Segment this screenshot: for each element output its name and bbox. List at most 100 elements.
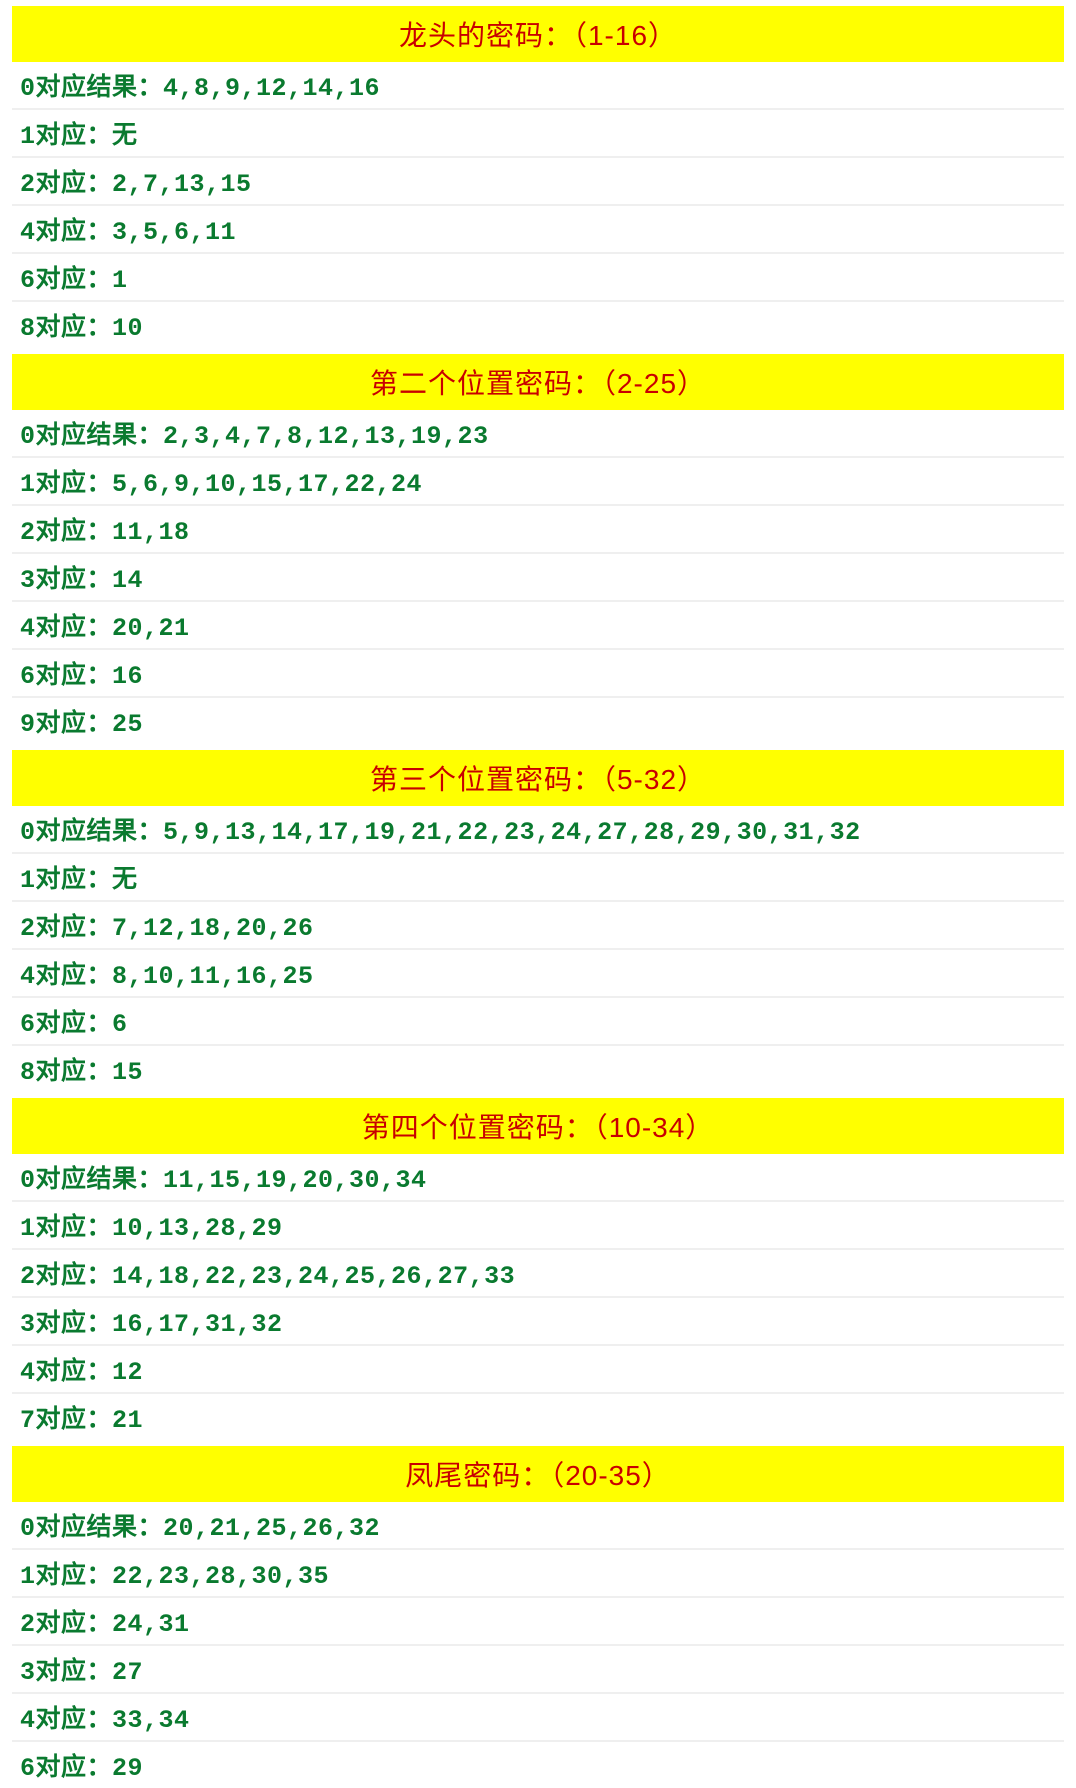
section-0: 龙头的密码：（1-16）0对应结果：4,8,9,12,14,161对应：无2对应… bbox=[12, 6, 1064, 348]
section-header: 龙头的密码：（1-16） bbox=[12, 6, 1064, 62]
table-row: 1对应：5,6,9,10,15,17,22,24 bbox=[12, 458, 1064, 506]
row-label: 4对应： bbox=[20, 962, 112, 991]
row-label: 4对应： bbox=[20, 1358, 112, 1387]
row-values: 11,18 bbox=[112, 518, 190, 547]
table-row: 1对应：22,23,28,30,35 bbox=[12, 1550, 1064, 1598]
section-4: 凤尾密码：（20-35）0对应结果：20,21,25,26,321对应：22,2… bbox=[12, 1446, 1064, 1788]
table-row: 3对应：16,17,31,32 bbox=[12, 1298, 1064, 1346]
row-values: 21 bbox=[112, 1406, 143, 1435]
section-2: 第三个位置密码：（5-32）0对应结果：5,9,13,14,17,19,21,2… bbox=[12, 750, 1064, 1092]
table-row: 4对应：3,5,6,11 bbox=[12, 206, 1064, 254]
section-3: 第四个位置密码：（10-34） 0对应结果：11,15,19,20,30,34 1对… bbox=[12, 1098, 1064, 1440]
section-header: 第三个位置密码：（5-32） bbox=[12, 750, 1064, 806]
row-values: 14 bbox=[112, 566, 143, 595]
row-values: 10,13,28,29 bbox=[112, 1214, 283, 1243]
row-values: 4,8,9,12,14,16 bbox=[163, 74, 380, 103]
table-row: 4对应：12 bbox=[12, 1346, 1064, 1394]
row-label: 6对应： bbox=[20, 662, 112, 691]
table-row: 3对应：14 bbox=[12, 554, 1064, 602]
table-row: 0对应结果：2,3,4,7,8,12,13,19,23 bbox=[12, 410, 1064, 458]
row-label: 0对应结果： bbox=[20, 422, 163, 451]
row-label: 0对应结果： bbox=[20, 818, 163, 847]
table-row: 0对应结果：5,9,13,14,17,19,21,22,23,24,27,28,… bbox=[12, 806, 1064, 854]
row-label: 4对应： bbox=[20, 218, 112, 247]
row-values: 16 bbox=[112, 662, 143, 691]
table-row: 2对应：24,31 bbox=[12, 1598, 1064, 1646]
row-label: 1对应： bbox=[20, 470, 112, 499]
row-values: 5,9,13,14,17,19,21,22,23,24,27,28,29,30,… bbox=[163, 818, 861, 847]
table-row: 6对应：6 bbox=[12, 998, 1064, 1046]
row-values: 无 bbox=[112, 866, 138, 895]
section-header: 第四个位置密码：（10-34） bbox=[12, 1098, 1064, 1154]
table-row: 6对应：1 bbox=[12, 254, 1064, 302]
row-values: 2,7,13,15 bbox=[112, 170, 252, 199]
table-row: 1对应：无 bbox=[12, 110, 1064, 158]
table-row: 2对应：2,7,13,15 bbox=[12, 158, 1064, 206]
section-header: 第二个位置密码：（2-25） bbox=[12, 354, 1064, 410]
row-values: 无 bbox=[112, 122, 138, 151]
row-values: 2,3,4,7,8,12,13,19,23 bbox=[163, 422, 489, 451]
row-label: 7对应： bbox=[20, 1406, 112, 1435]
table-row: 4对应：33,34 bbox=[12, 1694, 1064, 1742]
table-row: 7对应：21 bbox=[12, 1394, 1064, 1440]
table-row: 1对应：10,13,28,29 bbox=[12, 1202, 1064, 1250]
table-row: 2对应：7,12,18,20,26 bbox=[12, 902, 1064, 950]
row-values: 7,12,18,20,26 bbox=[112, 914, 314, 943]
row-label: 2对应： bbox=[20, 518, 112, 547]
table-row: 6对应：29 bbox=[12, 1742, 1064, 1788]
row-values: 16,17,31,32 bbox=[112, 1310, 283, 1339]
section-header: 凤尾密码：（20-35） bbox=[12, 1446, 1064, 1502]
row-label: 1对应： bbox=[20, 866, 112, 895]
table-row: 2对应：11,18 bbox=[12, 506, 1064, 554]
row-label: 6对应： bbox=[20, 1010, 112, 1039]
row-values: 1 bbox=[112, 266, 128, 295]
table-row: 4对应：8,10,11,16,25 bbox=[12, 950, 1064, 998]
row-values: 20,21 bbox=[112, 614, 190, 643]
row-label: 2对应： bbox=[20, 914, 112, 943]
row-values: 29 bbox=[112, 1754, 143, 1783]
table-row: 0对应结果：20,21,25,26,32 bbox=[12, 1502, 1064, 1550]
row-values: 33,34 bbox=[112, 1706, 190, 1735]
row-label: 8对应： bbox=[20, 314, 112, 343]
row-label: 9对应： bbox=[20, 710, 112, 739]
row-values: 15 bbox=[112, 1058, 143, 1087]
table-row: 3对应：27 bbox=[12, 1646, 1064, 1694]
password-table-container: 龙头的密码：（1-16）0对应结果：4,8,9,12,14,161对应：无2对应… bbox=[12, 6, 1064, 1788]
section-1: 第二个位置密码：（2-25）0对应结果：2,3,4,7,8,12,13,19,2… bbox=[12, 354, 1064, 744]
row-values: 6 bbox=[112, 1010, 128, 1039]
row-label: 6对应： bbox=[20, 1754, 112, 1783]
table-row: 0对应结果：4,8,9,12,14,16 bbox=[12, 62, 1064, 110]
row-values: 11,15,19,20,30,34 bbox=[163, 1166, 427, 1195]
row-values: 24,31 bbox=[112, 1610, 190, 1639]
row-label: 0对应结果： bbox=[20, 1514, 163, 1543]
table-row: 1对应：无 bbox=[12, 854, 1064, 902]
row-values: 12 bbox=[112, 1358, 143, 1387]
table-row: 8对应：15 bbox=[12, 1046, 1064, 1092]
row-values: 8,10,11,16,25 bbox=[112, 962, 314, 991]
table-row: 8对应：10 bbox=[12, 302, 1064, 348]
row-values: 5,6,9,10,15,17,22,24 bbox=[112, 470, 422, 499]
row-values: 27 bbox=[112, 1658, 143, 1687]
row-label: 3对应： bbox=[20, 1310, 112, 1339]
row-values: 14,18,22,23,24,25,26,27,33 bbox=[112, 1262, 515, 1291]
row-values: 25 bbox=[112, 710, 143, 739]
row-label: 0对应结果： bbox=[20, 74, 163, 103]
row-label: 1对应： bbox=[20, 1214, 112, 1243]
row-label: 3对应： bbox=[20, 566, 112, 595]
table-row: 2对应：14,18,22,23,24,25,26,27,33 bbox=[12, 1250, 1064, 1298]
row-label: 0对应结果： bbox=[20, 1166, 163, 1195]
row-label: 1对应： bbox=[20, 1562, 112, 1591]
row-values: 20,21,25,26,32 bbox=[163, 1514, 380, 1543]
row-label: 1对应： bbox=[20, 122, 112, 151]
row-values: 10 bbox=[112, 314, 143, 343]
row-label: 6对应： bbox=[20, 266, 112, 295]
row-values: 22,23,28,30,35 bbox=[112, 1562, 329, 1591]
row-label: 2对应： bbox=[20, 1262, 112, 1291]
row-label: 4对应： bbox=[20, 614, 112, 643]
row-label: 8对应： bbox=[20, 1058, 112, 1087]
row-label: 4对应： bbox=[20, 1706, 112, 1735]
row-label: 3对应： bbox=[20, 1658, 112, 1687]
table-row: 9对应：25 bbox=[12, 698, 1064, 744]
table-row: 6对应：16 bbox=[12, 650, 1064, 698]
row-label: 2对应： bbox=[20, 1610, 112, 1639]
